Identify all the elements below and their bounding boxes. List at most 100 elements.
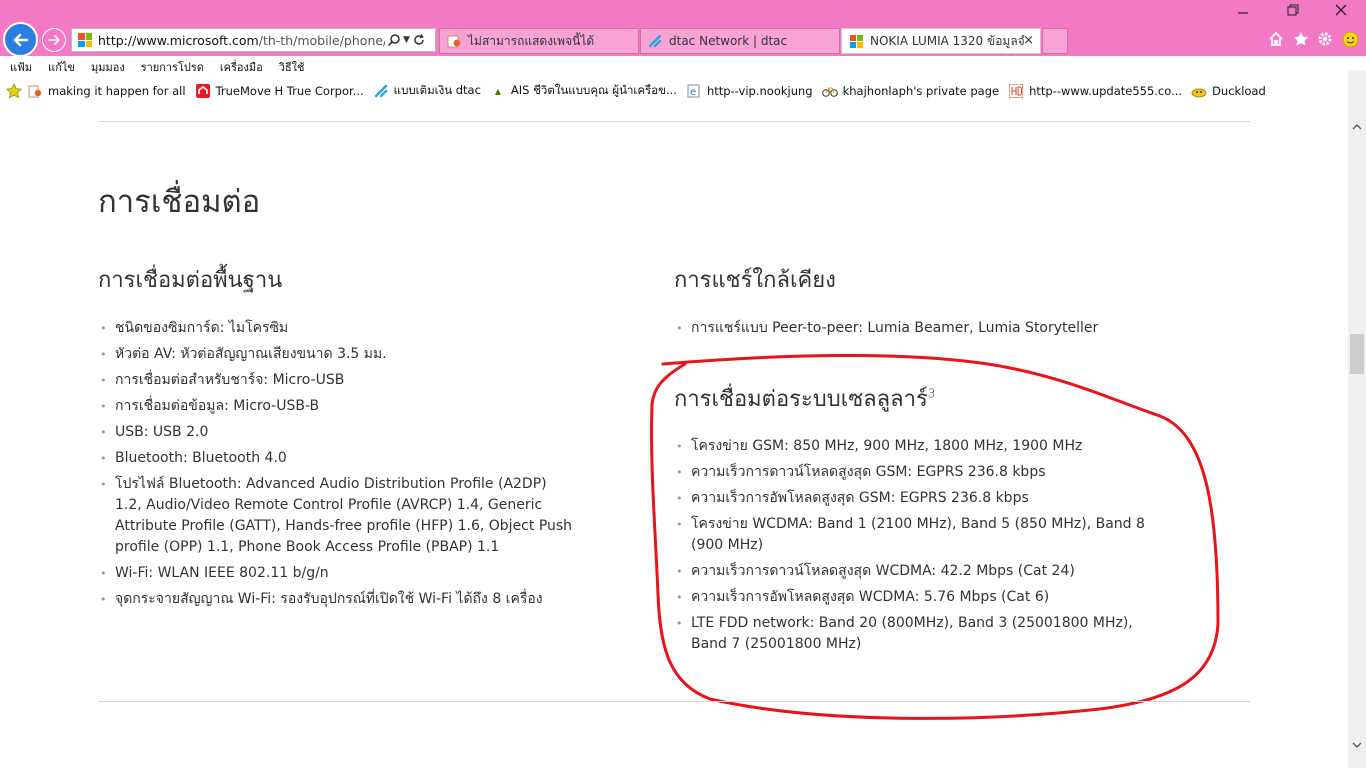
favorites-bar: making it happen for all TrueMove H True…	[0, 78, 1366, 104]
favorite-label: http--vip.nookjung	[706, 84, 813, 98]
minimize-icon	[1238, 12, 1248, 14]
feedback-button[interactable]	[1340, 29, 1360, 49]
scrollbar-thumb[interactable]	[1350, 334, 1364, 374]
cellular-connectivity-list: โครงข่าย GSM: 850 MHz, 900 MHz, 1800 MHz…	[675, 436, 1155, 660]
gear-icon	[1318, 32, 1332, 46]
footnote-marker[interactable]: 3	[928, 387, 936, 401]
scroll-up-arrow-icon[interactable]	[1348, 118, 1366, 136]
list-item: Wi-Fi: WLAN IEEE 802.11 b/g/n	[99, 563, 577, 584]
next-section-heading: การ...	[98, 756, 156, 768]
url-text[interactable]: http://www.microsoft.com/th-th/mobile/ph…	[98, 33, 385, 48]
tab-dtac-network[interactable]: dtac Network | dtac	[640, 28, 840, 54]
favorite-link[interactable]: khajhonlaph's private page	[821, 83, 1000, 99]
list-item: ความเร็วการดาวน์โหลดสูงสุด WCDMA: 42.2 M…	[675, 561, 1155, 582]
tab-nokia-lumia[interactable]: NOKIA LUMIA 1320 ข้อมูลจำเ... ×	[841, 28, 1041, 54]
bicycle-icon	[821, 83, 838, 99]
browser-titlebar: http://www.microsoft.com/th-th/mobile/ph…	[0, 0, 1366, 57]
favorite-label: Duckload	[1212, 84, 1266, 98]
nearby-sharing-heading: การแชร์ใกล้เคียง	[674, 268, 836, 293]
dtac-logo-icon	[373, 83, 389, 99]
favorite-link[interactable]: Duckload	[1191, 83, 1266, 99]
new-tab-button[interactable]	[1042, 28, 1068, 54]
close-window-button[interactable]	[1326, 0, 1356, 20]
divider	[98, 121, 1250, 122]
favorite-label: http--www.update555.co...	[1029, 84, 1183, 98]
heading-text: การเชื่อมต่อระบบเซลลูลาร์	[674, 387, 928, 412]
tab-label: dtac Network | dtac	[669, 34, 788, 48]
tab-cannot-display[interactable]: ไม่สามารถแสดงเพจนี้ได้	[439, 28, 639, 54]
list-item: ความเร็วการดาวน์โหลดสูงสุด GSM: EGPRS 23…	[675, 462, 1155, 483]
add-favorite-star-icon[interactable]	[6, 83, 22, 99]
favorite-link[interactable]: TrueMove H True Corpor...	[195, 83, 364, 99]
list-item: Bluetooth: Bluetooth 4.0	[99, 448, 577, 469]
restore-icon	[1287, 4, 1299, 16]
menu-favorites[interactable]: รายการโปรด	[141, 58, 204, 76]
home-button[interactable]	[1266, 29, 1286, 49]
refresh-icon[interactable]	[412, 33, 426, 47]
basic-connectivity-heading: การเชื่อมต่อพื้นฐาน	[98, 268, 283, 293]
ais-logo-icon: ▲	[494, 86, 501, 96]
microsoft-logo-icon	[78, 33, 92, 47]
cellular-connectivity-heading: การเชื่อมต่อระบบเซลลูลาร์3	[674, 381, 935, 416]
list-item: USB: USB 2.0	[99, 422, 577, 443]
truemove-icon	[195, 83, 211, 99]
favorite-label: khajhonlaph's private page	[842, 84, 1000, 98]
favorite-label: making it happen for all	[48, 84, 186, 98]
settings-button[interactable]	[1315, 29, 1335, 49]
restore-button[interactable]	[1278, 0, 1308, 20]
list-item: โครงข่าย GSM: 850 MHz, 900 MHz, 1800 MHz…	[675, 436, 1155, 457]
close-icon	[1335, 4, 1347, 16]
favorites-button[interactable]	[1291, 29, 1311, 49]
back-button[interactable]	[3, 22, 38, 57]
search-icon[interactable]	[387, 33, 401, 47]
list-item: โครงข่าย WCDMA: Band 1 (2100 MHz), Band …	[675, 514, 1155, 556]
divider	[98, 701, 1250, 702]
favorite-link[interactable]: making it happen for all	[27, 83, 186, 99]
arrow-right-icon	[48, 35, 60, 45]
favorite-link[interactable]: e http--vip.nookjung	[686, 83, 813, 99]
menu-view[interactable]: มุมมอง	[91, 58, 125, 76]
menu-edit[interactable]: แก้ไข	[48, 58, 75, 76]
forward-button[interactable]	[42, 28, 66, 52]
star-icon	[1293, 32, 1309, 46]
scroll-down-arrow-icon[interactable]	[1348, 736, 1366, 754]
dtac-logo-icon	[647, 33, 663, 49]
url-path: /th-th/mobile/phone/lumi	[258, 32, 385, 48]
arrow-left-icon	[13, 33, 28, 46]
menu-help[interactable]: วิธีใช้	[279, 58, 305, 76]
favorite-link[interactable]: แบบเติมเงิน dtac	[373, 82, 481, 100]
menu-bar: แฟ้ม แก้ไข มุมมอง รายการโปรด เครื่องมือ …	[0, 56, 1366, 78]
tab-label: NOKIA LUMIA 1320 ข้อมูลจำเ...	[870, 33, 1025, 48]
nearby-sharing-list: การแชร์แบบ Peer-to-peer: Lumia Beamer, L…	[675, 318, 1155, 344]
page-icon	[27, 83, 43, 99]
smiley-icon	[1342, 31, 1358, 47]
list-item: ความเร็วการอัพโหลดสูงสุด WCDMA: 5.76 Mbp…	[675, 587, 1155, 608]
favorite-link[interactable]: ▲ AIS ชีวิตในแบบคุณ ผู้นำเครือข...	[490, 82, 677, 100]
address-bar[interactable]: http://www.microsoft.com/th-th/mobile/ph…	[71, 28, 436, 52]
favorite-label: TrueMove H True Corpor...	[215, 84, 364, 98]
list-item: โปรไฟล์ Bluetooth: Advanced Audio Distri…	[99, 474, 577, 558]
list-item: ความเร็วการอัพโหลดสูงสุด GSM: EGPRS 236.…	[675, 488, 1155, 509]
list-item: ชนิดของซิมการ์ด: ไมโครซิม	[99, 318, 577, 339]
menu-file[interactable]: แฟ้ม	[10, 58, 32, 76]
dropdown-arrow-icon[interactable]: ▼	[403, 35, 410, 45]
tab-label: ไม่สามารถแสดงเพจนี้ได้	[468, 33, 595, 48]
favorite-label: แบบเติมเงิน dtac	[393, 83, 481, 97]
home-icon	[1269, 31, 1283, 46]
vertical-scrollbar[interactable]	[1348, 70, 1366, 768]
svg-text:e: e	[690, 87, 696, 98]
microsoft-logo-icon	[848, 33, 864, 49]
hd-logo-icon	[1008, 83, 1024, 99]
ie-page-icon: e	[686, 83, 702, 99]
page-content: การเชื่อมต่อ การเชื่อมต่อพื้นฐาน ชนิดของ…	[0, 104, 1348, 768]
minimize-button[interactable]	[1228, 0, 1258, 20]
list-item: หัวต่อ AV: หัวต่อสัญญาณเสียงขนาด 3.5 มม.	[99, 344, 577, 365]
favorite-link[interactable]: http--www.update555.co...	[1008, 83, 1182, 99]
list-item: การเชื่อมต่อข้อมูล: Micro-USB-B	[99, 396, 577, 417]
warning-page-icon	[446, 33, 462, 49]
close-tab-icon[interactable]: ×	[1023, 33, 1034, 48]
duck-icon	[1191, 83, 1207, 99]
menu-tools[interactable]: เครื่องมือ	[220, 58, 263, 76]
page-title: การเชื่อมต่อ	[98, 184, 261, 220]
list-item: การเชื่อมต่อสำหรับชาร์จ: Micro-USB	[99, 370, 577, 391]
